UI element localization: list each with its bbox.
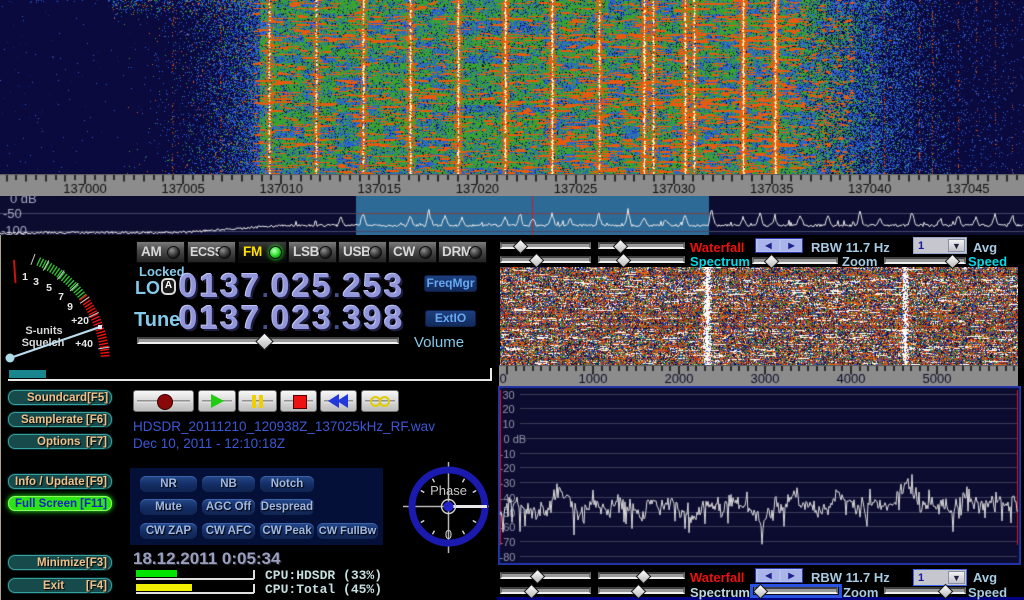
svg-text:1: 1 <box>22 271 28 283</box>
svg-text:+40: +40 <box>75 338 93 350</box>
svg-text:+20: +20 <box>71 315 89 327</box>
svg-text:Phase: Phase <box>430 483 467 498</box>
svg-text:9: 9 <box>67 301 73 313</box>
svg-text:0: 0 <box>445 527 452 542</box>
svg-text:7: 7 <box>58 291 64 303</box>
svg-text:3: 3 <box>33 276 39 288</box>
svg-text:S-units: S-units <box>25 325 62 337</box>
svg-text:5: 5 <box>46 282 52 294</box>
